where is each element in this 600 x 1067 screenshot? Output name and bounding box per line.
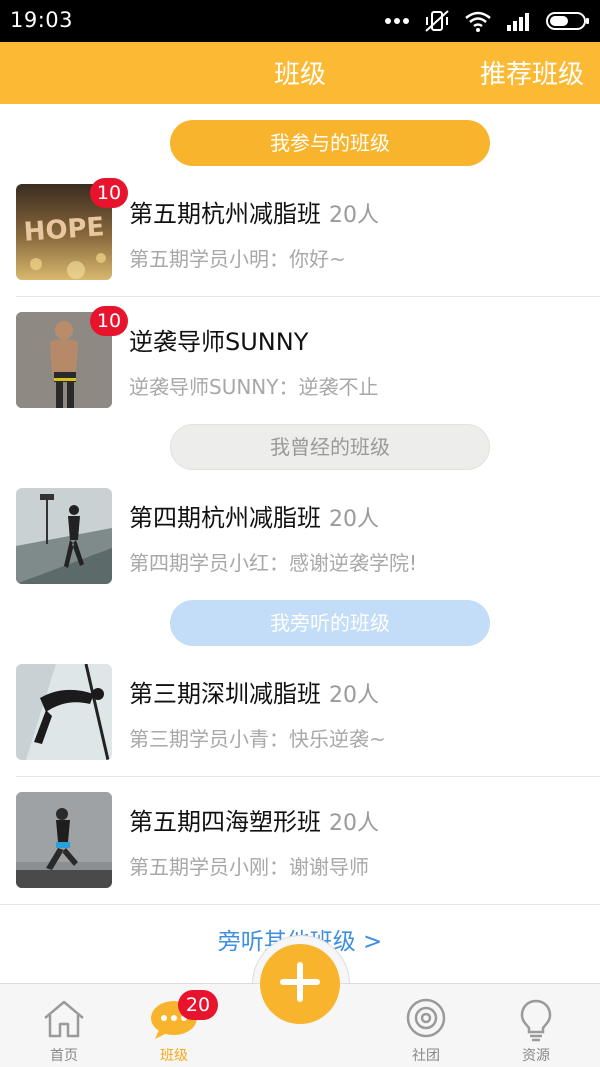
class-name: 第三期深圳减脂班 20人 (129, 674, 379, 709)
class-thumbnail (16, 664, 112, 760)
status-time: 19:03 (10, 8, 74, 32)
member-count: 20人 (329, 811, 379, 836)
home-icon (4, 998, 124, 1044)
tab-community[interactable]: 社团 (366, 984, 486, 1067)
class-item[interactable]: 第五期四海塑形班 20人 第五期学员小刚：谢谢导师 (0, 792, 600, 920)
class-item[interactable]: HOPE 10 第五期杭州减脂班 20人 第五期学员小明：你好~ (0, 178, 600, 312)
status-bar: 19:03 (0, 0, 600, 42)
wifi-icon (464, 10, 492, 32)
app-header: 班级 推荐班级 (0, 42, 600, 104)
last-message: 第三期学员小青：快乐逆袭~ (129, 727, 386, 751)
svg-text:HOPE: HOPE (23, 212, 106, 248)
class-title: 第三期深圳减脂班 (129, 680, 321, 708)
plus-icon (278, 960, 322, 1008)
class-title: 第五期杭州减脂班 (129, 200, 321, 228)
last-message: 第四期学员小红：感谢逆袭学院! (129, 551, 418, 575)
lightbulb-icon (476, 998, 596, 1044)
app-screen: 19:03 班级 推荐班级 我参与的班级 HOPE 10 第五期杭州减脂班 20… (0, 0, 600, 1067)
tab-label: 班级 (160, 1048, 188, 1064)
class-title: 第四期杭州减脂班 (129, 504, 321, 532)
recommend-classes-button[interactable]: 推荐班级 (480, 54, 584, 91)
tab-resources[interactable]: 资源 (476, 984, 596, 1067)
class-name: 逆袭导师SUNNY (129, 322, 308, 357)
tab-label: 资源 (522, 1048, 550, 1064)
tab-classes[interactable]: 20 班级 (114, 984, 234, 1067)
class-thumbnail (16, 792, 112, 888)
tab-label: 首页 (50, 1048, 78, 1064)
section-joined-classes: 我参与的班级 (170, 120, 490, 166)
battery-icon (546, 11, 590, 31)
class-title: 第五期四海塑形班 (129, 808, 321, 836)
tab-home[interactable]: 首页 (4, 984, 124, 1067)
unread-badge: 10 (90, 178, 128, 208)
signal-icon (506, 11, 532, 31)
section-past-classes: 我曾经的班级 (170, 424, 490, 470)
class-item[interactable]: 第四期杭州减脂班 20人 第四期学员小红：感谢逆袭学院! (0, 488, 600, 616)
member-count: 20人 (329, 203, 379, 228)
last-message: 第五期学员小明：你好~ (129, 247, 346, 271)
tab-label: 社团 (412, 1048, 440, 1064)
divider (0, 904, 600, 905)
unread-badge: 20 (178, 990, 218, 1020)
community-icon (366, 998, 486, 1044)
last-message: 逆袭导师SUNNY：逆袭不止 (129, 375, 379, 399)
divider (16, 776, 600, 777)
divider (16, 296, 600, 297)
section-audited-classes: 我旁听的班级 (170, 600, 490, 646)
class-name: 第五期四海塑形班 20人 (129, 802, 379, 837)
unread-badge: 10 (90, 306, 128, 336)
member-count: 20人 (329, 507, 379, 532)
vibrate-off-icon (424, 9, 450, 33)
class-name: 第四期杭州减脂班 20人 (129, 498, 379, 533)
class-item[interactable]: 第三期深圳减脂班 20人 第三期学员小青：快乐逆袭~ (0, 664, 600, 792)
member-count: 20人 (329, 683, 379, 708)
more-dots-icon (384, 17, 410, 25)
class-name: 第五期杭州减脂班 20人 (129, 194, 379, 229)
class-item[interactable]: 10 逆袭导师SUNNY 逆袭导师SUNNY：逆袭不止 (0, 306, 600, 440)
class-title: 逆袭导师SUNNY (129, 328, 309, 356)
class-thumbnail (16, 488, 112, 584)
last-message: 第五期学员小刚：谢谢导师 (129, 855, 369, 879)
status-icons (384, 9, 590, 33)
add-button[interactable] (260, 944, 340, 1024)
